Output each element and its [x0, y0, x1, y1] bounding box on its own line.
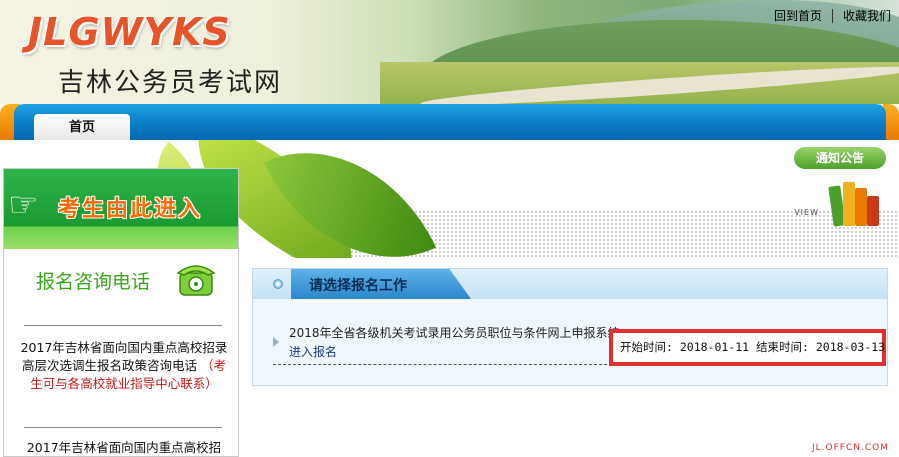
bullet-icon [273, 279, 283, 289]
watermark: JL.OFFCN.COM [812, 443, 889, 453]
nav-bar [14, 104, 886, 140]
news-item[interactable]: 2017年吉林省面向国内重点高校招录高层次选调生报名政策咨询电话 （考生可与各高… [18, 339, 230, 393]
notice-button[interactable]: 通知公告 [794, 147, 886, 169]
site-logo: JLGWYKS [28, 10, 231, 54]
news-item[interactable]: 2017年吉林省面向国内重点高校招 [18, 439, 230, 457]
books-icon [828, 178, 879, 227]
news-title: 2017年吉林省面向国内重点高校招 [26, 440, 222, 455]
registration-panel: 请选择报名工作 2018年全省各级机关考试录用公务员职位与条件网上申报系统 进入… [252, 268, 888, 386]
enter-registration-link[interactable]: 进入报名 [289, 343, 337, 360]
arrow-right-icon [273, 337, 279, 347]
phone-title: 报名咨询电话 [36, 271, 151, 293]
entry-label: 考生由此进入 [58, 197, 203, 222]
tab-home[interactable]: 首页 [34, 114, 130, 140]
telephone-icon [176, 265, 216, 296]
candidate-entry-button[interactable]: ☞ 考生由此进入 [4, 169, 238, 249]
home-link[interactable]: 回到首页 [774, 7, 822, 24]
pointing-hand-icon: ☞ [8, 185, 39, 225]
panel-header: 请选择报名工作 [253, 269, 887, 299]
divider [24, 325, 222, 326]
site-name: 吉林公务员考试网 [58, 68, 283, 98]
registration-item-title: 2018年全省各级机关考试录用公务员职位与条件网上申报系统 [289, 326, 620, 340]
panel-title: 请选择报名工作 [309, 278, 407, 294]
favorite-link[interactable]: 收藏我们 [843, 7, 891, 24]
registration-time-highlight: 开始时间: 2018-01-11 结束时间: 2018-03-13 [609, 329, 886, 366]
divider [24, 427, 222, 428]
view-label: VIEW [794, 208, 819, 217]
news-title: 2017年吉林省面向国内重点高校招录高层次选调生报名政策咨询电话 [20, 340, 228, 373]
banner: 通知公告 VIEW [140, 140, 899, 258]
sidebar: ☞ 考生由此进入 报名咨询电话 2017年吉林省面向国内重点高校招录高层次选调生… [3, 168, 239, 457]
main-nav: 首页 [0, 104, 899, 140]
site-header: JLGWYKS 吉林公务员考试网 回到首页 收藏我们 [0, 0, 899, 104]
top-links: 回到首页 收藏我们 [774, 7, 891, 24]
link-divider [831, 8, 833, 23]
